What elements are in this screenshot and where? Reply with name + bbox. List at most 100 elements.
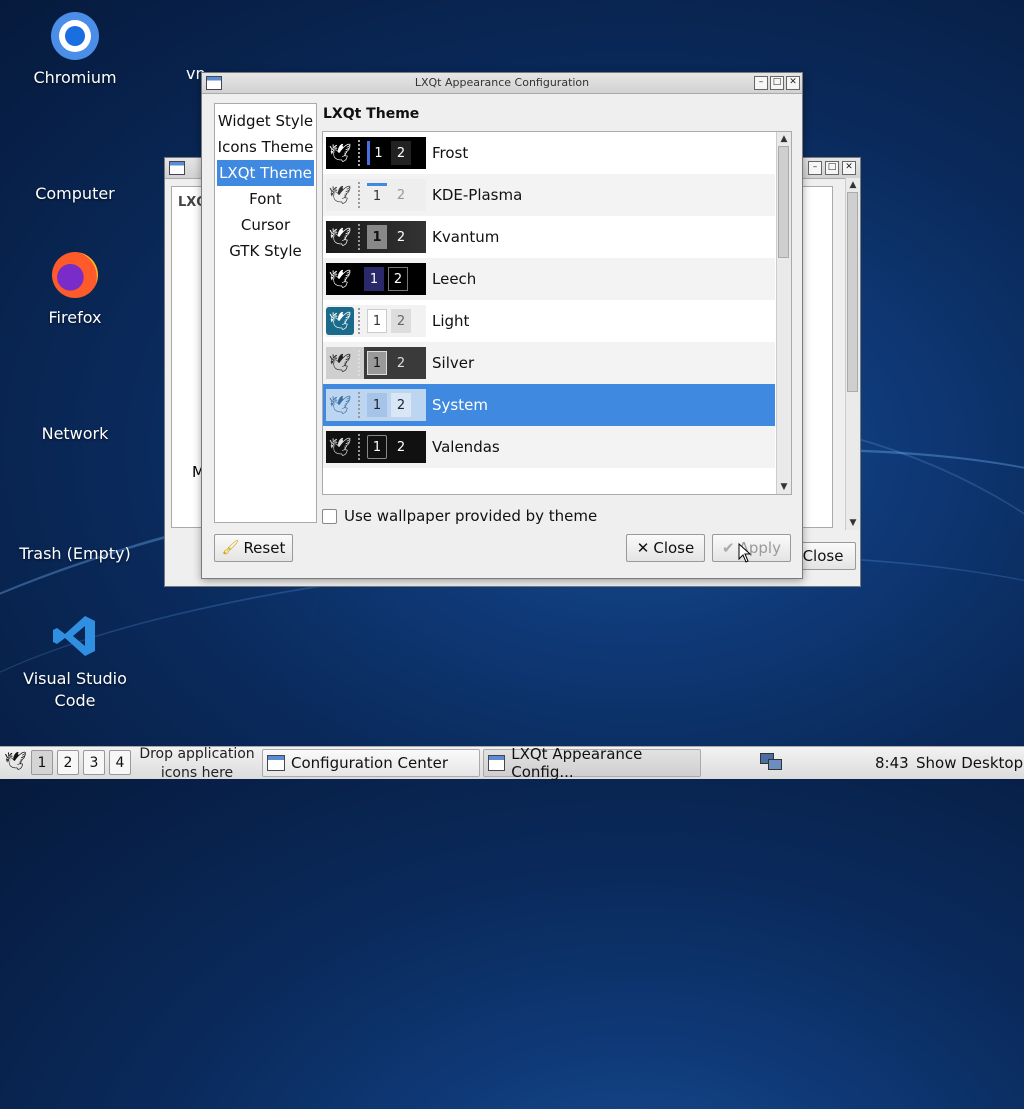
window-icon — [267, 755, 285, 771]
vscode-icon — [50, 612, 100, 662]
scroll-down-icon[interactable]: ▼ — [846, 516, 860, 530]
task-configuration-center[interactable]: Configuration Center — [262, 749, 480, 777]
scrollbar[interactable]: ▲ ▼ — [845, 178, 860, 530]
wallpaper-checkbox-row[interactable]: Use wallpaper provided by theme — [322, 507, 597, 525]
chromium-icon — [50, 12, 100, 62]
theme-row-valendas[interactable]: 🕊 1 2 Valendas — [323, 426, 775, 468]
scroll-up-icon[interactable]: ▲ — [846, 178, 860, 192]
lxqt-bird-icon: 🕊 — [328, 436, 352, 458]
desktop-icon-vscode[interactable]: Visual Studio Code — [15, 612, 135, 712]
nav-item-icons-theme[interactable]: Icons Theme — [215, 134, 316, 160]
minimize-icon[interactable]: – — [808, 161, 822, 175]
show-desktop-button[interactable]: Show Desktop — [916, 754, 1023, 772]
desktop-icon-label: Visual Studio Code — [23, 669, 127, 710]
lxqt-bird-icon: 🕊 — [328, 226, 352, 248]
theme-preview: 🕊 1 2 — [326, 221, 426, 253]
theme-row-silver[interactable]: 🕊 1 2 Silver — [323, 342, 775, 384]
desktop-1-preview: 1 — [367, 393, 387, 417]
category-list[interactable]: Widget Style Icons Theme LXQt Theme Font… — [214, 103, 317, 523]
desktop-icon-trash[interactable]: Trash (Empty) — [15, 544, 135, 563]
theme-preview: 🕊 1 2 — [326, 305, 426, 337]
desktop-2-preview: 2 — [388, 267, 408, 291]
theme-preview: 🕊 1 2 — [326, 431, 426, 463]
maximize-icon[interactable]: □ — [825, 161, 839, 175]
desktop-2-preview: 2 — [396, 439, 406, 455]
mouse-cursor-icon — [738, 543, 752, 563]
scroll-thumb[interactable] — [847, 192, 858, 392]
firefox-icon — [50, 252, 100, 302]
window-icon — [488, 755, 506, 771]
nav-item-widget-style[interactable]: Widget Style — [215, 108, 316, 134]
desktop-icon-label: Network — [41, 424, 109, 443]
close-icon[interactable]: ✕ — [842, 161, 856, 175]
window-title: LXQt Appearance Configuration — [414, 76, 590, 89]
wallpaper-checkbox[interactable] — [322, 508, 337, 524]
desktop-2-preview: 2 — [396, 229, 406, 245]
theme-row-kvantum[interactable]: 🕊 1 2 Kvantum — [323, 216, 775, 258]
desktop-icon-label: Computer — [35, 184, 115, 203]
theme-row-system[interactable]: 🕊 1 2 System — [323, 384, 775, 426]
desktop-switch-1[interactable]: 1 — [31, 750, 53, 775]
task-label: LXQt Appearance Config... — [511, 745, 643, 781]
desktop-1-preview: 1 — [364, 267, 384, 291]
desktop-switch-3[interactable]: 3 — [83, 750, 105, 775]
theme-name: KDE-Plasma — [432, 186, 523, 204]
desktop-switch-2[interactable]: 2 — [57, 750, 79, 775]
titlebar[interactable]: LXQt Appearance Configuration – □ ✕ — [202, 73, 802, 94]
theme-name: Kvantum — [432, 228, 500, 246]
theme-row-frost[interactable]: 🕊 1 2 Frost — [323, 132, 775, 174]
theme-name: Valendas — [432, 438, 500, 456]
close-x-icon: ✕ — [636, 539, 650, 557]
clock[interactable]: 8:43 — [875, 754, 909, 772]
separator — [358, 182, 363, 208]
nav-item-gtk-style[interactable]: GTK Style — [215, 238, 316, 264]
nav-item-cursor[interactable]: Cursor — [215, 212, 316, 238]
theme-preview: 🕊 1 2 — [326, 179, 426, 211]
desktop-1-preview: 1 — [367, 351, 387, 375]
theme-row-kde-plasma[interactable]: 🕊 1 2 KDE-Plasma — [323, 174, 775, 216]
desktop-2-preview: 2 — [396, 187, 406, 203]
scroll-up-icon[interactable]: ▲ — [777, 132, 791, 146]
scroll-down-icon[interactable]: ▼ — [777, 480, 791, 494]
desktop-2-preview: 2 — [396, 355, 406, 371]
desktop-icon-firefox[interactable]: Firefox — [15, 252, 135, 327]
reset-button[interactable]: 🖌 Reset — [214, 534, 293, 562]
nav-item-lxqt-theme[interactable]: LXQt Theme — [217, 160, 314, 186]
window-icon — [169, 161, 185, 175]
theme-list[interactable]: 🕊 1 2 Frost 🕊 1 2 KDE-Plasma 🕊 1 2 Kvant… — [322, 131, 792, 495]
minimize-icon[interactable]: – — [754, 76, 768, 90]
lxqt-bird-icon: 🕊 — [328, 352, 352, 374]
theme-preview: 🕊 1 2 — [326, 263, 426, 295]
theme-row-leech[interactable]: 🕊 1 2 Leech — [323, 258, 775, 300]
desktop-switch-4[interactable]: 4 — [109, 750, 131, 775]
desktop-icon-label: Trash (Empty) — [19, 544, 131, 563]
lxqt-bird-icon: 🕊 — [328, 184, 352, 206]
desktop-1-preview: 1 — [367, 225, 387, 249]
network-tray-icon[interactable] — [760, 753, 782, 771]
desktop-icon-computer[interactable]: Computer — [15, 184, 135, 203]
close-button-label: Close — [653, 539, 695, 557]
nav-item-font[interactable]: Font — [215, 186, 316, 212]
desktop-2-preview: 2 — [391, 393, 411, 417]
desktop-icon-label: Firefox — [48, 308, 102, 327]
task-label: Configuration Center — [291, 754, 448, 772]
scroll-thumb[interactable] — [778, 146, 789, 258]
lxqt-menu-icon[interactable]: 🕊 — [4, 751, 27, 772]
desktop-1-preview: 1 — [367, 183, 387, 207]
theme-name: Light — [432, 312, 470, 330]
close-button-label: Close — [802, 547, 844, 565]
close-icon[interactable]: ✕ — [786, 76, 800, 90]
section-title: LXQt Theme — [323, 106, 420, 122]
desktop-icon-network[interactable]: Network — [15, 424, 135, 443]
desktop-icon-chromium[interactable]: Chromium — [15, 12, 135, 87]
desktop-2-preview: 2 — [391, 141, 411, 165]
task-appearance-config[interactable]: LXQt Appearance Config... — [483, 745, 701, 781]
appearance-dialog[interactable]: LXQt Appearance Configuration – □ ✕ Widg… — [201, 72, 803, 579]
maximize-icon[interactable]: □ — [770, 76, 784, 90]
theme-list-scrollbar[interactable]: ▲ ▼ — [776, 132, 791, 494]
reset-button-label: Reset — [243, 539, 286, 557]
close-button[interactable]: ✕ Close — [626, 534, 705, 562]
theme-row-light[interactable]: 🕊 1 2 Light — [323, 300, 775, 342]
desktop-1-preview: 1 — [367, 141, 387, 165]
separator — [358, 308, 363, 334]
